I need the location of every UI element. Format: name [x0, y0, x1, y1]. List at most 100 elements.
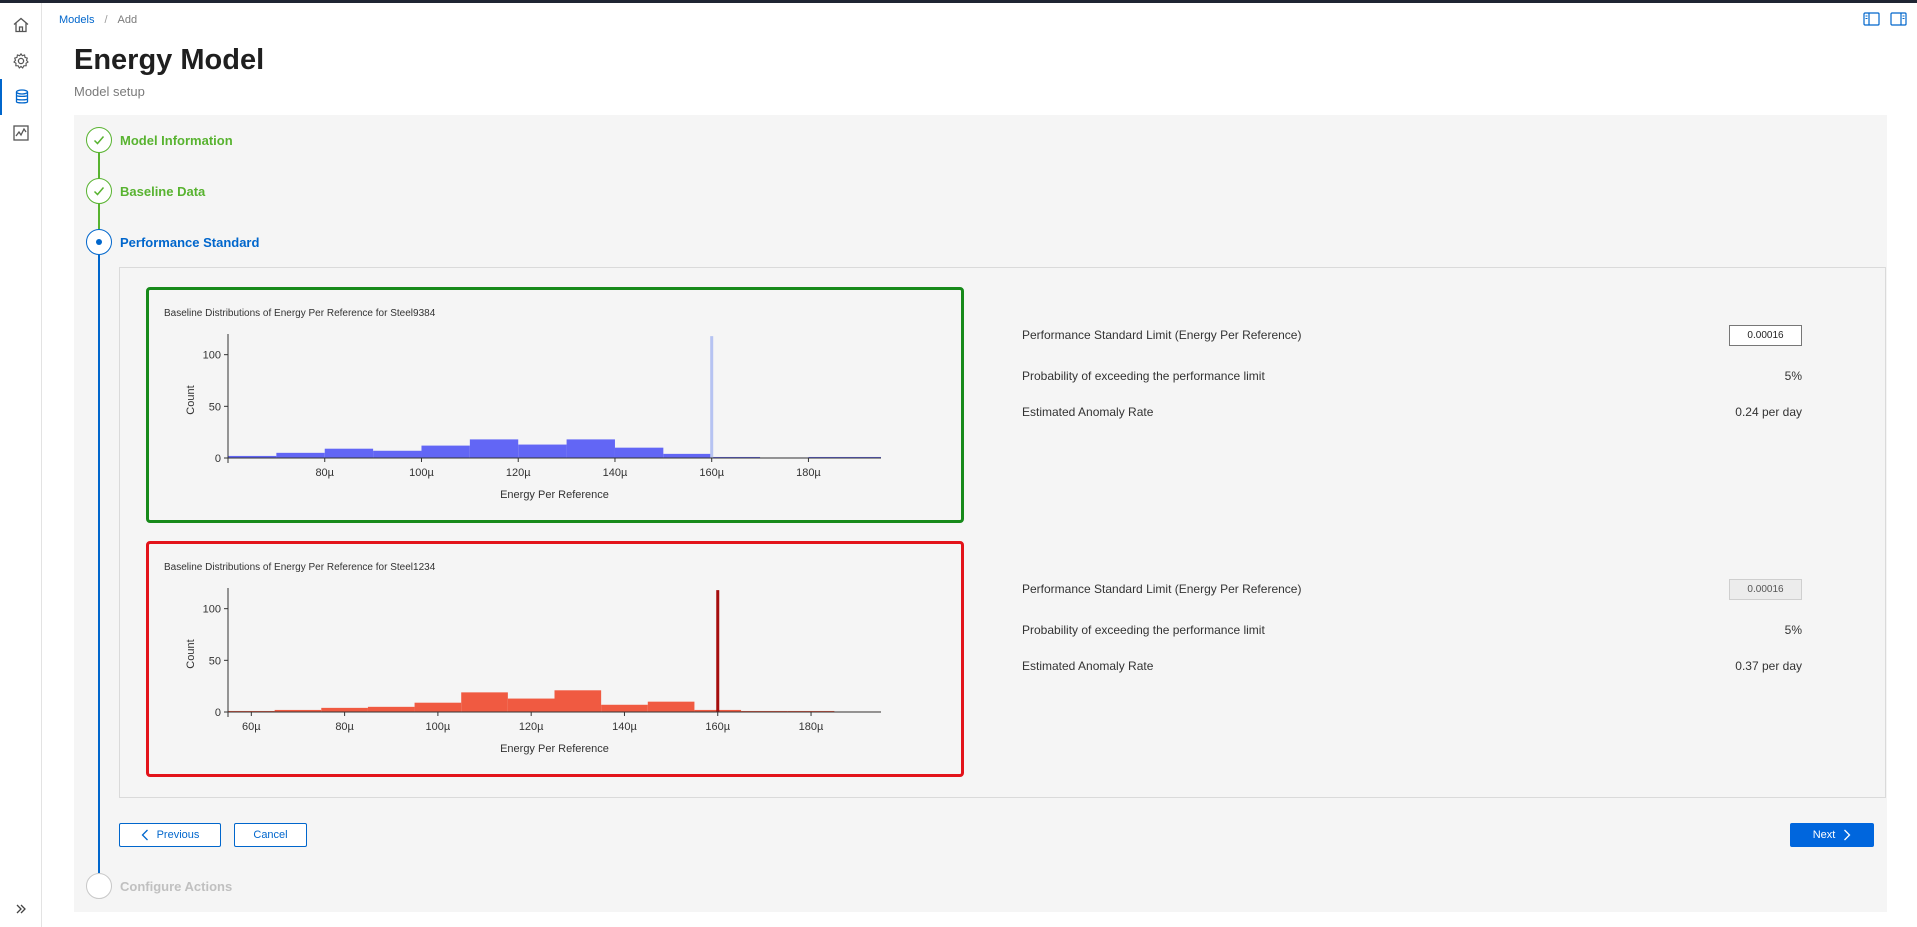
histogram-bar — [507, 698, 555, 712]
x-tick-label: 60µ — [242, 721, 261, 733]
next-button[interactable]: Next — [1790, 823, 1874, 847]
y-tick-label: 50 — [209, 401, 221, 413]
monitoring-nav-button[interactable] — [0, 115, 42, 151]
histogram-chart: 0 50 100 60µ 80µ 100µ 120µ 140µ 160µ 180µ Energy P… — [185, 588, 881, 755]
gear-icon — [13, 52, 29, 69]
histogram-bar — [647, 701, 695, 712]
histogram-bar — [321, 707, 368, 712]
step-status — [86, 178, 112, 204]
x-tick-label: 120µ — [519, 721, 544, 733]
step-performance-standard[interactable]: Performance Standard — [86, 229, 259, 255]
step-baseline-data[interactable]: Baseline Data — [86, 178, 205, 204]
y-tick-label: 100 — [203, 350, 221, 362]
anomaly-rate-value: 0.24 per day — [1735, 405, 1802, 419]
breadcrumb-current: Add — [117, 14, 138, 26]
toggle-right-panel-button[interactable] — [1890, 12, 1907, 31]
step-model-information[interactable]: Model Information — [86, 127, 233, 153]
histogram-bar — [554, 690, 602, 712]
probability-value: 5% — [1784, 369, 1802, 383]
page-title: Energy Model — [74, 44, 265, 76]
histogram-bar — [663, 453, 712, 458]
anomaly-rate-row: Estimated Anomaly Rate 0.24 per day — [1022, 400, 1802, 424]
anomaly-rate-row: Estimated Anomaly Rate 0.37 per day — [1022, 654, 1802, 678]
x-axis-label: Energy Per Reference — [500, 489, 609, 501]
settings-nav-button[interactable] — [0, 43, 42, 79]
histogram-bar — [461, 692, 508, 712]
x-tick-label: 100µ — [409, 467, 434, 479]
page-subtitle: Model setup — [74, 84, 145, 99]
step-status — [86, 127, 112, 153]
side-rail — [0, 3, 42, 927]
activity-chart-icon — [13, 125, 29, 141]
x-tick-label: 80µ — [315, 467, 334, 479]
expand-rail-button[interactable] — [0, 891, 42, 927]
limit-input[interactable] — [1729, 324, 1802, 346]
histogram-bar — [518, 444, 567, 458]
current-step-dot-icon — [96, 239, 102, 245]
histogram-bar — [324, 448, 374, 458]
previous-button[interactable]: Previous — [119, 823, 221, 847]
chart-card-steel1234: Baseline Distributions of Energy Per Ref… — [146, 541, 964, 777]
x-tick-label: 160µ — [705, 721, 730, 733]
step-label: Configure Actions — [120, 878, 233, 894]
histogram-bar — [367, 706, 415, 712]
chevron-left-icon — [141, 829, 148, 841]
probability-row: Probability of exceeding the performance… — [1022, 618, 1802, 642]
breadcrumb-models-link[interactable]: Models — [59, 14, 94, 26]
x-tick-label: 120µ — [506, 467, 531, 479]
double-chevron-right-icon — [16, 904, 26, 914]
x-tick-label: 140µ — [612, 721, 637, 733]
toggle-left-panel-button[interactable] — [1863, 12, 1880, 31]
x-tick-label: 160µ — [699, 467, 724, 479]
y-tick-label: 50 — [209, 655, 221, 667]
x-tick-label: 180µ — [799, 721, 824, 733]
x-tick-label: 100µ — [426, 721, 451, 733]
y-axis-label: Count — [185, 385, 197, 414]
cancel-button[interactable]: Cancel — [234, 823, 307, 847]
home-nav-button[interactable] — [0, 7, 42, 43]
check-icon — [93, 136, 105, 145]
limit-label: Performance Standard Limit (Energy Per R… — [1022, 328, 1302, 342]
home-icon — [13, 17, 29, 33]
left-panel-icon — [1863, 12, 1880, 26]
probability-label: Probability of exceeding the performance… — [1022, 369, 1265, 383]
limit-row: Performance Standard Limit (Energy Per R… — [1022, 577, 1802, 601]
anomaly-rate-value: 0.37 per day — [1735, 659, 1802, 673]
step-configure-actions[interactable]: Configure Actions — [86, 873, 232, 899]
chart-card-steel9384: Baseline Distributions of Energy Per Ref… — [146, 287, 964, 523]
right-panel-icon — [1890, 12, 1907, 26]
top-bar — [0, 0, 1917, 3]
probability-label: Probability of exceeding the performance… — [1022, 623, 1265, 637]
step-label: Baseline Data — [120, 183, 206, 199]
histogram-bar — [421, 445, 470, 458]
breadcrumb: Models / Add — [59, 14, 137, 26]
histogram-bar — [469, 439, 519, 458]
models-nav-button[interactable] — [0, 79, 42, 115]
x-tick-label: 140µ — [603, 467, 628, 479]
histogram-bar — [414, 702, 462, 712]
cancel-button-label: Cancel — [253, 829, 288, 841]
x-axis-label: Energy Per Reference — [500, 743, 609, 755]
probability-value: 5% — [1784, 623, 1802, 637]
histogram-bar — [601, 704, 648, 712]
previous-button-label: Previous — [156, 829, 200, 841]
breadcrumb-separator: / — [104, 14, 108, 26]
anomaly-rate-label: Estimated Anomaly Rate — [1022, 659, 1154, 673]
chevron-right-icon — [1844, 829, 1851, 841]
histogram-bar — [276, 452, 325, 458]
histogram-bar — [566, 439, 615, 458]
step-connector — [98, 255, 100, 873]
step-status — [86, 873, 112, 899]
y-tick-label: 0 — [215, 707, 221, 719]
wizard-panel: Model Information Baseline Data Performa… — [74, 115, 1887, 912]
probability-row: Probability of exceeding the performance… — [1022, 364, 1802, 388]
y-tick-label: 100 — [203, 604, 221, 616]
top-right-toolbar — [1863, 12, 1907, 31]
y-axis-label: Count — [185, 639, 197, 668]
step-label: Performance Standard — [120, 234, 260, 250]
x-tick-label: 80µ — [335, 721, 354, 733]
step-connector — [98, 204, 100, 231]
limit-input — [1729, 578, 1802, 600]
histogram-bar — [614, 447, 664, 458]
histogram-chart: 0 50 100 80µ 100µ 120µ 140µ 160µ 180µ Energy Per … — [185, 334, 881, 501]
